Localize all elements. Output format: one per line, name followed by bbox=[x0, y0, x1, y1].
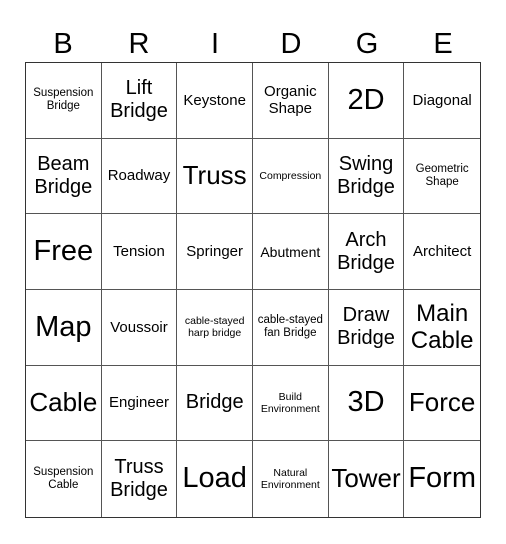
bingo-cell[interactable]: 3D bbox=[328, 365, 405, 442]
bingo-cell[interactable]: 2D bbox=[328, 63, 405, 139]
cell-text: Suspension Cable bbox=[33, 465, 94, 492]
bingo-cell[interactable]: cable-stayed harp bridge bbox=[177, 289, 253, 366]
cell-text: Diagonal bbox=[412, 91, 472, 109]
cell-text: Natural Environment bbox=[260, 467, 320, 492]
cell-text: Organic Shape bbox=[264, 83, 317, 118]
bingo-cell[interactable]: Cable bbox=[26, 365, 102, 442]
cell-text: Abutment bbox=[260, 243, 321, 260]
bingo-cell[interactable]: Keystone bbox=[177, 63, 253, 139]
header-letter: D bbox=[280, 28, 302, 60]
bingo-cell[interactable]: Bridge bbox=[177, 365, 253, 442]
cell-text: 2D bbox=[347, 83, 385, 116]
bingo-cell[interactable]: Voussoir bbox=[101, 289, 178, 366]
cell-text: Truss bbox=[182, 160, 247, 191]
header-letter: R bbox=[128, 28, 150, 60]
bingo-cell[interactable]: Main Cable bbox=[404, 290, 480, 366]
bingo-cell[interactable]: Organic Shape bbox=[252, 63, 329, 139]
bingo-cell[interactable]: Tower bbox=[329, 441, 405, 517]
bingo-header: BRIDGE bbox=[25, 26, 481, 62]
cell-text: Form bbox=[408, 462, 476, 495]
cell-text: Springer bbox=[186, 243, 243, 261]
cell-text: Map bbox=[35, 310, 92, 343]
bingo-cell[interactable]: Beam Bridge bbox=[26, 138, 102, 215]
bingo-cell[interactable]: Truss Bridge bbox=[102, 441, 178, 517]
cell-text: Lift Bridge bbox=[110, 77, 168, 123]
bingo-cell[interactable]: Abutment bbox=[252, 214, 329, 290]
cell-text: Tower bbox=[331, 463, 401, 494]
bingo-cell[interactable]: Suspension Cable bbox=[26, 441, 102, 517]
cell-text: Compression bbox=[259, 169, 322, 182]
cell-text: Bridge bbox=[185, 391, 244, 414]
bingo-cell[interactable]: Load bbox=[177, 441, 253, 517]
cell-text: Load bbox=[182, 462, 247, 495]
header-letter: E bbox=[433, 28, 453, 60]
bingo-cell[interactable]: Truss bbox=[177, 138, 253, 215]
bingo-cell[interactable]: Map bbox=[26, 289, 102, 366]
cell-text: Roadway bbox=[107, 167, 171, 185]
bingo-cell[interactable]: Natural Environment bbox=[253, 441, 329, 517]
cell-text: Suspension Bridge bbox=[33, 87, 94, 113]
cell-text: Build Environment bbox=[260, 390, 320, 415]
cell-text: Geometric Shape bbox=[415, 162, 469, 188]
bingo-cell[interactable]: Build Environment bbox=[252, 365, 329, 442]
bingo-cell[interactable]: Lift Bridge bbox=[101, 63, 178, 139]
cell-text: Free bbox=[33, 234, 94, 267]
cell-text: cable-stayed fan Bridge bbox=[257, 314, 323, 340]
cell-text: Keystone bbox=[183, 91, 246, 109]
bingo-cell[interactable]: cable-stayed fan Bridge bbox=[252, 289, 329, 366]
header-letter: G bbox=[355, 28, 379, 60]
cell-text: Draw Bridge bbox=[337, 304, 395, 350]
cell-text: Tension bbox=[113, 243, 165, 261]
bingo-cell[interactable]: Form bbox=[404, 441, 480, 517]
cell-text: Swing Bridge bbox=[337, 152, 395, 198]
cell-text: Beam Bridge bbox=[34, 152, 93, 198]
bingo-cell[interactable]: Tension bbox=[101, 214, 178, 290]
bingo-cell[interactable]: Geometric Shape bbox=[404, 139, 480, 215]
cell-text: Main Cable bbox=[410, 299, 474, 355]
bingo-cell[interactable]: Diagonal bbox=[404, 63, 480, 139]
bingo-card: Suspension Bridge Lift Bridge Keystone Orga… bbox=[25, 62, 481, 518]
bingo-cell[interactable]: Swing Bridge bbox=[328, 138, 405, 215]
bingo-cell[interactable]: Force bbox=[404, 366, 480, 442]
cell-text: Engineer bbox=[108, 394, 170, 412]
cell-text: Cable bbox=[29, 387, 98, 418]
bingo-cell[interactable]: Free bbox=[26, 214, 102, 290]
bingo-cell[interactable]: Arch Bridge bbox=[328, 214, 405, 290]
bingo-cell[interactable]: Architect bbox=[404, 214, 480, 290]
cell-text: cable-stayed harp bridge bbox=[184, 315, 245, 340]
cell-text: Truss Bridge bbox=[110, 456, 168, 502]
bingo-cell[interactable]: Compression bbox=[252, 138, 329, 215]
bingo-cell[interactable]: Draw Bridge bbox=[328, 289, 405, 366]
bingo-cell[interactable]: Springer bbox=[177, 214, 253, 290]
bingo-cell[interactable]: Engineer bbox=[101, 365, 178, 442]
cell-text: 3D bbox=[347, 386, 385, 419]
header-letter: B bbox=[53, 28, 73, 60]
bingo-cell[interactable]: Roadway bbox=[101, 138, 178, 215]
header-letter: I bbox=[210, 28, 220, 60]
cell-text: Architect bbox=[412, 243, 472, 261]
cell-text: Voussoir bbox=[110, 318, 168, 336]
cell-text: Arch Bridge bbox=[337, 228, 395, 274]
cell-text: Force bbox=[408, 387, 476, 418]
bingo-cell[interactable]: Suspension Bridge bbox=[26, 63, 102, 139]
